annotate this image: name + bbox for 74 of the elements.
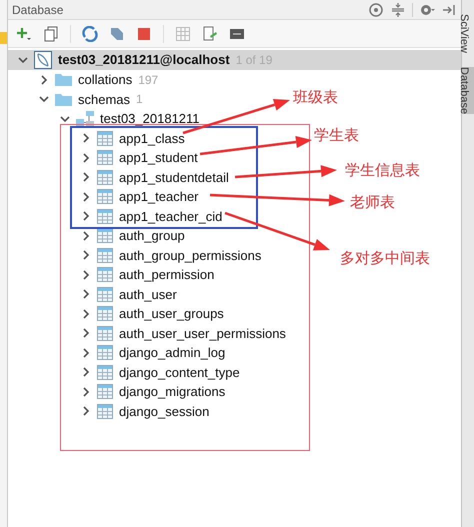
table-icon xyxy=(97,364,113,380)
chevron-right-icon[interactable] xyxy=(81,308,91,319)
annotation-label: 多对多中间表 xyxy=(340,248,430,269)
item-count: 1 xyxy=(136,91,143,108)
tree-item[interactable]: django_migrations xyxy=(119,382,226,402)
chevron-right-icon[interactable] xyxy=(81,348,91,358)
chevron-right-icon[interactable] xyxy=(81,406,91,416)
edit-source-icon[interactable] xyxy=(202,26,218,42)
collapse-icon[interactable] xyxy=(390,2,406,18)
chevron-down-icon[interactable] xyxy=(39,94,49,104)
table-icon xyxy=(97,404,113,419)
table-icon xyxy=(97,248,113,263)
tree-item[interactable]: schemas xyxy=(78,90,130,109)
tree-item[interactable]: test03_20181211 xyxy=(100,109,200,128)
chevron-right-icon[interactable] xyxy=(81,250,91,260)
tree-item[interactable]: auth_group_permissions xyxy=(119,246,262,265)
table-icon xyxy=(97,286,113,302)
table-icon xyxy=(97,189,113,204)
chevron-right-icon[interactable] xyxy=(81,152,91,163)
chevron-right-icon[interactable] xyxy=(39,74,49,85)
tree-item[interactable]: app1_class xyxy=(119,128,185,148)
chevron-right-icon[interactable] xyxy=(81,328,91,338)
tree-item[interactable]: collations xyxy=(78,70,132,90)
table-icon xyxy=(97,130,113,146)
tree-item[interactable]: app1_studentdetail xyxy=(119,168,229,187)
chevron-right-icon[interactable] xyxy=(81,367,91,378)
tree-item[interactable]: app1_teacher xyxy=(119,187,199,206)
chevron-right-icon[interactable] xyxy=(81,270,91,280)
panel-title: Database xyxy=(12,2,64,18)
tree-item[interactable]: auth_group xyxy=(119,226,185,246)
table-icon xyxy=(97,228,113,244)
tree-item[interactable]: test03_20181211@localhost xyxy=(58,50,230,70)
chevron-right-icon[interactable] xyxy=(81,192,91,202)
database-icon xyxy=(34,51,52,69)
chevron-down-icon[interactable] xyxy=(60,114,70,124)
table-icon xyxy=(97,150,113,166)
annotation-label: 老师表 xyxy=(350,192,395,213)
table-icon xyxy=(97,306,113,322)
table-icon xyxy=(97,267,113,282)
chevron-right-icon[interactable] xyxy=(81,230,91,241)
side-tab[interactable]: SciView xyxy=(462,14,474,53)
copy-icon[interactable] xyxy=(43,26,59,42)
item-count: 197 xyxy=(138,72,158,89)
chevron-right-icon[interactable] xyxy=(81,211,91,222)
stop-icon[interactable] xyxy=(136,26,152,42)
table-icon xyxy=(97,208,113,224)
tree-item[interactable]: auth_permission xyxy=(119,265,214,284)
annotation-label: 学生表 xyxy=(314,125,359,146)
chevron-right-icon[interactable] xyxy=(81,133,91,144)
tree-item[interactable]: auth_user_user_permissions xyxy=(119,324,286,343)
tree-item[interactable]: app1_student xyxy=(119,148,198,168)
tree-item[interactable]: django_session xyxy=(119,402,210,421)
chevron-right-icon[interactable] xyxy=(81,386,91,397)
side-tab[interactable]: Database xyxy=(462,66,474,114)
chevron-down-icon[interactable] xyxy=(18,55,28,65)
annotation-label: 班级表 xyxy=(293,87,338,108)
tree-item[interactable]: app1_teacher_cid xyxy=(119,206,222,226)
chevron-right-icon[interactable] xyxy=(81,172,91,182)
table-icon xyxy=(97,170,113,185)
tree-item[interactable]: auth_user_groups xyxy=(119,304,224,324)
folder-icon xyxy=(55,92,72,106)
table-icon xyxy=(97,384,113,400)
add-icon[interactable] xyxy=(16,26,32,42)
chevron-right-icon[interactable] xyxy=(81,289,91,300)
annotation-label: 学生信息表 xyxy=(345,160,420,181)
table-icon xyxy=(97,345,113,360)
tree-item[interactable]: django_admin_log xyxy=(119,343,226,362)
tree-item[interactable]: django_content_type xyxy=(119,362,240,382)
table-icon xyxy=(97,326,113,341)
refresh-icon[interactable] xyxy=(82,26,98,42)
folder-icon xyxy=(55,73,72,86)
schema-icon xyxy=(76,111,94,126)
target-icon[interactable] xyxy=(368,2,384,18)
tree-item[interactable]: auth_user xyxy=(119,284,177,304)
